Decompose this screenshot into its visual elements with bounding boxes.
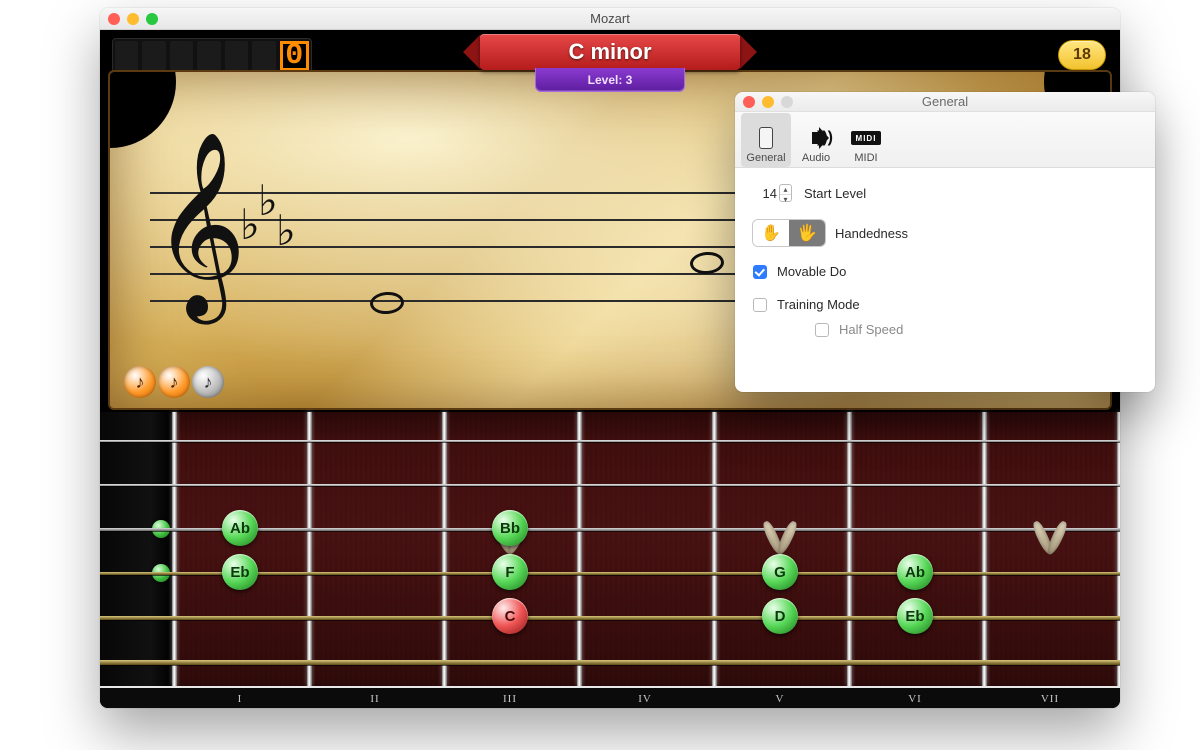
left-hand-icon[interactable]: ✋ xyxy=(753,220,789,246)
fret-note-button[interactable]: F xyxy=(492,554,528,590)
midi-icon: MIDI xyxy=(851,131,881,145)
score-counter: 0 xyxy=(112,38,312,74)
right-hand-icon[interactable]: 🖐 xyxy=(789,220,825,246)
key-name: C minor xyxy=(480,34,740,70)
fret-roman: IV xyxy=(638,693,652,705)
handedness-label: Handedness xyxy=(835,226,908,241)
whole-note-icon xyxy=(369,291,404,315)
tab-midi[interactable]: MIDI MIDI xyxy=(841,113,891,167)
fret-note-button[interactable]: C xyxy=(492,598,528,634)
fret-note-button[interactable]: Ab xyxy=(222,510,258,546)
fret-note-button[interactable]: D xyxy=(762,598,798,634)
fret-number-row: I II III IV V VI VII xyxy=(100,686,1120,708)
hint-orbs: ♪ ♪ ♪ xyxy=(124,366,224,398)
close-icon[interactable] xyxy=(108,13,120,25)
tab-label: Audio xyxy=(802,152,830,164)
main-titlebar[interactable]: Mozart xyxy=(100,8,1120,30)
start-level-value: 14 xyxy=(755,186,777,201)
score-value: 0 xyxy=(285,39,303,73)
slider-icon xyxy=(759,127,773,149)
zoom-icon[interactable] xyxy=(146,13,158,25)
fret-note-button[interactable]: G xyxy=(762,554,798,590)
treble-clef-icon: 𝄞 xyxy=(152,144,247,304)
whole-note-icon xyxy=(689,251,724,275)
preferences-window: General General ))) Audio MIDI MIDI xyxy=(735,92,1155,392)
training-mode-checkbox[interactable] xyxy=(753,298,767,312)
start-level-stepper[interactable]: 14 ▴▾ xyxy=(753,184,794,202)
hint-orb-icon: ♪ xyxy=(192,366,224,398)
start-level-label: Start Level xyxy=(804,186,866,201)
prefs-titlebar[interactable]: General xyxy=(735,92,1155,112)
hint-orb-icon[interactable]: ♪ xyxy=(158,366,190,398)
minimize-icon[interactable] xyxy=(127,13,139,25)
training-mode-label: Training Mode xyxy=(777,297,860,312)
tab-label: MIDI xyxy=(854,152,877,164)
fret-roman: I xyxy=(238,693,243,705)
stepper-arrows-icon[interactable]: ▴▾ xyxy=(779,184,792,202)
fret-roman: III xyxy=(503,693,517,705)
key-ribbon: C minor Level: 3 xyxy=(480,34,740,92)
window-title: Mozart xyxy=(590,11,630,26)
tab-general[interactable]: General xyxy=(741,113,791,167)
fret-inlay-icon xyxy=(1036,520,1064,564)
movable-do-label: Movable Do xyxy=(777,264,846,279)
hint-orb-icon[interactable]: ♪ xyxy=(124,366,156,398)
fret-roman: II xyxy=(370,693,379,705)
fret-note-button[interactable]: Ab xyxy=(897,554,933,590)
streak-counter: 18 xyxy=(1058,40,1106,70)
level-label: Level: 3 xyxy=(535,68,685,92)
tab-label: General xyxy=(746,152,785,164)
fret-roman: VI xyxy=(908,693,922,705)
fret-roman: VII xyxy=(1041,693,1059,705)
fret-note-button[interactable]: Eb xyxy=(222,554,258,590)
fret-note-button[interactable]: Eb xyxy=(897,598,933,634)
fret-note-button[interactable]: Bb xyxy=(492,510,528,546)
movable-do-checkbox[interactable] xyxy=(753,265,767,279)
handedness-segmented[interactable]: ✋ 🖐 xyxy=(753,220,825,246)
half-speed-label: Half Speed xyxy=(839,322,903,337)
prefs-toolbar: General ))) Audio MIDI MIDI xyxy=(735,112,1155,168)
tab-audio[interactable]: ))) Audio xyxy=(791,113,841,167)
fretboard[interactable]: I II III IV V VI VII xyxy=(100,412,1120,708)
fret-roman: V xyxy=(776,693,785,705)
half-speed-checkbox[interactable] xyxy=(815,323,829,337)
prefs-window-title: General xyxy=(735,94,1155,109)
